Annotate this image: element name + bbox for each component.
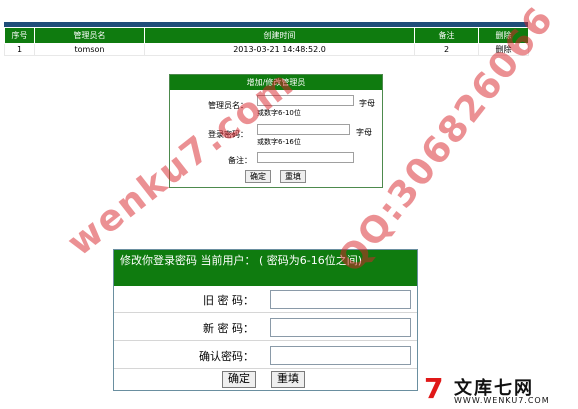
old-password-input[interactable] (270, 290, 411, 309)
col-header-remark: 备注 (414, 27, 479, 44)
logo-url: WWW.WENKU7.COM (454, 396, 550, 405)
change-password-panel: 修改你登录密码 当前用户： ( 密码为6-16位之间) 旧 密 码： 新 密 码… (113, 249, 418, 391)
table-header-row: 序号 管理员名 创建时间 备注 删除 (4, 27, 529, 44)
cell-remark: 2 (414, 43, 479, 56)
col-header-id: 序号 (4, 27, 35, 44)
col-header-created: 创建时间 (144, 27, 415, 44)
password-submit-button[interactable]: 确定 (222, 371, 256, 388)
cell-id: 1 (4, 43, 35, 56)
row-divider (114, 312, 417, 313)
col-header-name: 管理员名 (34, 27, 145, 44)
confirm-password-label: 确认密码： (199, 350, 254, 363)
cell-name: tomson (34, 43, 145, 56)
row-divider (114, 368, 417, 369)
remark-label: 备注： (228, 156, 252, 165)
remark-input[interactable] (257, 152, 354, 163)
wenku7-logo: 7 文库七网 WWW.WENKU7.COM (424, 372, 574, 407)
password-reset-button[interactable]: 重填 (271, 371, 305, 388)
table-row: 1 tomson 2013-03-21 14:48:52.0 2 删除 (4, 43, 529, 56)
cell-created: 2013-03-21 14:48:52.0 (144, 43, 415, 56)
old-password-label: 旧 密 码： (203, 294, 254, 307)
confirm-password-input[interactable] (270, 346, 411, 365)
admin-name-unit: 字母 (359, 99, 375, 108)
login-password-unit: 字母 (356, 128, 372, 137)
login-password-hint: 或数字6-16位 (257, 138, 301, 146)
logo-mark: 7 (424, 372, 444, 405)
add-reset-button[interactable]: 重填 (280, 170, 306, 183)
admin-table: 序号 管理员名 创建时间 备注 删除 1 tomson 2013-03-21 1… (4, 27, 529, 56)
row-divider (114, 340, 417, 341)
add-submit-button[interactable]: 确定 (245, 170, 271, 183)
new-password-label: 新 密 码： (203, 322, 254, 335)
new-password-input[interactable] (270, 318, 411, 337)
login-password-input[interactable] (257, 124, 350, 135)
